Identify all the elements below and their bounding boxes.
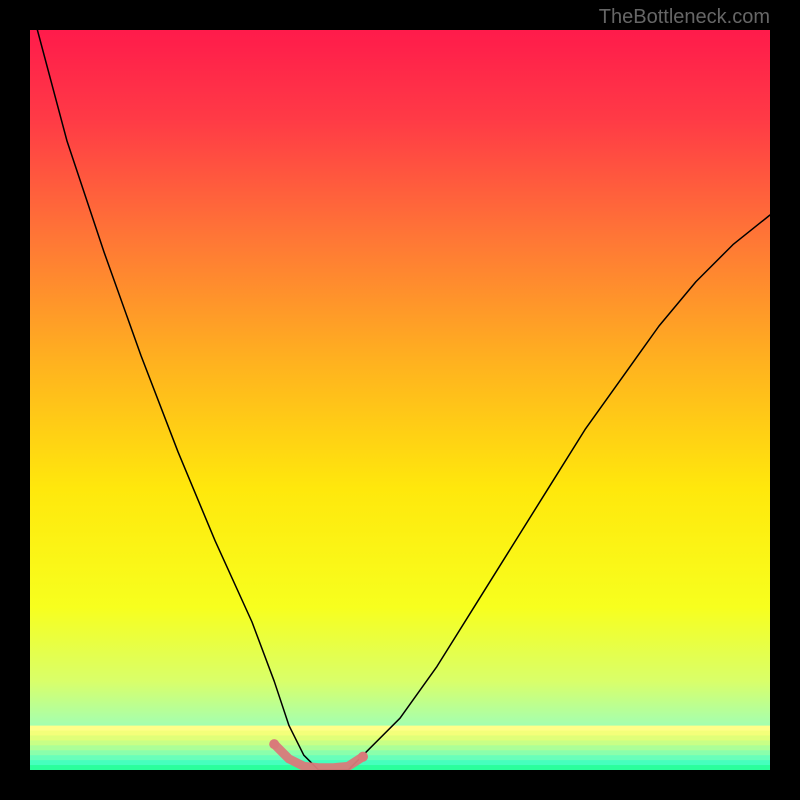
outer-frame: TheBottleneck.com	[0, 0, 800, 800]
plot-area	[30, 30, 770, 770]
watermark-text: TheBottleneck.com	[599, 6, 770, 29]
chart-svg	[30, 30, 770, 770]
